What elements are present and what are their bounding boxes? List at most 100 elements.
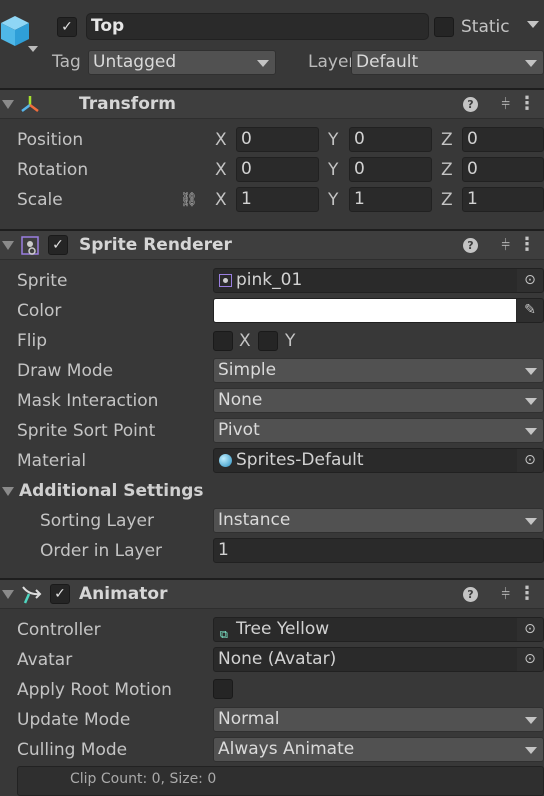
position-z-input[interactable]: 0 [462,127,544,152]
foldout-icon[interactable] [2,100,14,109]
help-icon[interactable]: ? [463,238,478,253]
rotation-y-label[interactable]: Y [328,155,338,185]
position-x-label[interactable]: X [215,125,227,155]
sprite-renderer-icon [21,236,39,261]
constrain-proportions-icon[interactable]: ⛓ [180,192,198,208]
order-in-layer-label: Order in Layer [40,541,163,561]
foldout-icon[interactable] [2,590,14,599]
avatar-field[interactable]: None (Avatar) ⊙ [213,647,544,672]
tag-dropdown[interactable]: Untagged [88,50,276,75]
position-z-label[interactable]: Z [441,125,453,155]
sorting-layer-dropdown[interactable]: Instance [213,508,544,533]
mask-interaction-label: Mask Interaction [17,391,159,411]
update-mode-dropdown[interactable]: Normal [213,707,544,732]
avatar-label: Avatar [17,650,73,670]
more-menu-icon[interactable]: ⋮ [518,583,536,604]
sprite-value: pink_01 [236,270,303,290]
color-swatch[interactable] [214,299,516,322]
dropdown-arrow-icon[interactable] [28,46,38,52]
rotation-y-input[interactable]: 0 [349,157,432,182]
static-checkbox[interactable] [434,17,454,37]
controller-label: Controller [17,620,101,640]
static-dropdown[interactable] [527,21,539,28]
apply-root-motion-checkbox[interactable] [213,679,233,699]
scale-y-input[interactable]: 1 [349,187,432,212]
additional-settings-label: Additional Settings [19,481,204,501]
avatar-value: None (Avatar) [218,649,337,669]
position-y-label[interactable]: Y [328,125,338,155]
position-y-input[interactable]: 0 [349,127,432,152]
apply-root-motion-label: Apply Root Motion [17,680,172,700]
help-icon[interactable]: ? [463,587,478,602]
transform-header[interactable]: Transform ? ⫩ ⋮ [0,88,544,119]
scale-x-label[interactable]: X [215,185,227,215]
foldout-icon[interactable] [2,241,14,250]
draw-mode-dropdown[interactable]: Simple [213,358,544,383]
animator-title: Animator [79,584,168,604]
color-field[interactable]: ✎ [213,298,544,323]
chevron-down-icon [525,428,537,435]
animator-icon [21,585,43,610]
controller-value: Tree Yellow [236,619,330,639]
eyedropper-icon[interactable]: ✎ [517,299,543,322]
rotation-x-label[interactable]: X [215,155,227,185]
sprite-label: Sprite [17,271,68,291]
animator-enabled-checkbox[interactable]: ✓ [50,584,70,604]
material-field[interactable]: Sprites-Default ⊙ [213,448,544,473]
transform-icon [20,95,40,118]
active-checkbox[interactable]: ✓ [57,17,77,37]
flip-y-checkbox[interactable] [258,331,278,351]
more-menu-icon[interactable]: ⋮ [518,93,536,114]
culling-mode-dropdown[interactable]: Always Animate [213,737,544,762]
material-icon [219,454,232,467]
sprite-renderer-title: Sprite Renderer [79,235,232,255]
rotation-z-label[interactable]: Z [441,155,453,185]
more-menu-icon[interactable]: ⋮ [518,234,536,255]
chevron-down-icon [525,747,537,754]
static-label: Static [461,17,510,37]
rotation-x-input[interactable]: 0 [236,157,319,182]
sprite-renderer-enabled-checkbox[interactable]: ✓ [48,235,68,255]
rotation-z-input[interactable]: 0 [462,157,544,182]
sprite-sort-point-value: Pivot [218,420,260,440]
transform-title: Transform [79,94,176,114]
sprite-renderer-header[interactable]: ✓ Sprite Renderer ? ⫩ ⋮ [0,229,544,260]
draw-mode-label: Draw Mode [17,361,114,381]
material-label: Material [17,451,87,471]
flip-x-checkbox[interactable] [213,331,233,351]
mask-interaction-value: None [218,390,263,410]
presets-icon[interactable]: ⫩ [501,585,510,603]
sprite-sort-point-dropdown[interactable]: Pivot [213,418,544,443]
order-in-layer-input[interactable]: 1 [213,538,544,563]
animator-header[interactable]: ✓ Animator ? ⫩ ⋮ [0,578,544,609]
chevron-down-icon [525,368,537,375]
controller-field[interactable]: ⧉ Tree Yellow ⊙ [213,617,544,642]
object-picker-icon[interactable]: ⊙ [517,618,543,641]
name-input[interactable]: Top [86,13,429,40]
position-x-input[interactable]: 0 [236,127,319,152]
color-label: Color [17,301,62,321]
additional-settings-foldout[interactable]: Additional Settings [2,476,302,506]
sorting-layer-value: Instance [218,510,291,530]
position-label: Position [17,130,84,150]
scale-x-input[interactable]: 1 [236,187,319,212]
chevron-down-icon [525,60,537,67]
object-picker-icon[interactable]: ⊙ [517,648,543,671]
scale-y-label[interactable]: Y [328,185,338,215]
help-icon[interactable]: ? [463,97,478,112]
mask-interaction-dropdown[interactable]: None [213,388,544,413]
scale-z-label[interactable]: Z [441,185,453,215]
draw-mode-value: Simple [218,360,277,380]
object-picker-icon[interactable]: ⊙ [517,269,543,292]
scale-z-input[interactable]: 1 [462,187,544,212]
layer-dropdown[interactable]: Default [351,50,544,75]
chevron-down-icon [525,518,537,525]
sprite-field[interactable]: pink_01 ⊙ [213,268,544,293]
object-picker-icon[interactable]: ⊙ [517,449,543,472]
flip-x-label: X [239,331,251,351]
update-mode-label: Update Mode [17,710,131,730]
presets-icon[interactable]: ⫩ [501,95,510,113]
chevron-down-icon [525,717,537,724]
presets-icon[interactable]: ⫩ [501,236,510,254]
foldout-icon [2,487,14,496]
